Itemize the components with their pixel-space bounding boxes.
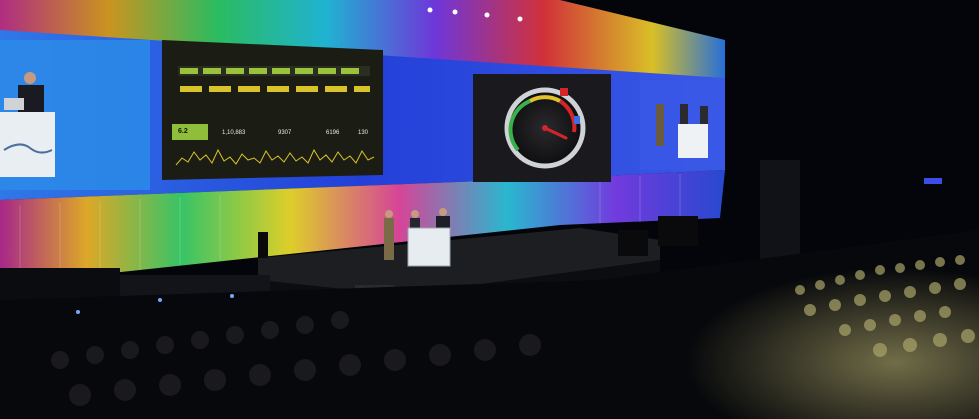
ceiling-light bbox=[427, 7, 433, 13]
stage-photo bbox=[0, 0, 979, 419]
dashboard-screen bbox=[162, 40, 383, 180]
right-blue-light bbox=[924, 178, 942, 184]
gauge-badge bbox=[560, 88, 568, 96]
laptop bbox=[4, 98, 24, 110]
stage-presenter-2-head bbox=[411, 210, 419, 218]
dashboard-tile-row bbox=[178, 66, 370, 76]
stage-presenter-1-head bbox=[385, 210, 393, 218]
keynote-stage-scene: 6.2 1,10,883 9307 6196 130 bbox=[0, 0, 979, 419]
stage-presenter-1 bbox=[384, 218, 394, 260]
right-presenter-2 bbox=[680, 104, 688, 126]
podium-screen bbox=[0, 112, 55, 177]
gauge-hub bbox=[542, 125, 548, 131]
dashboard-metric: 6196 bbox=[326, 130, 340, 136]
dashboard-metric: 9307 bbox=[278, 130, 292, 136]
ceiling-light bbox=[517, 16, 523, 22]
stage-presenter-3-head bbox=[439, 208, 447, 216]
ceiling-light bbox=[484, 12, 490, 18]
audience-glow bbox=[560, 230, 979, 419]
presenter-head bbox=[24, 72, 36, 84]
dashboard-metric-primary: 6.2 bbox=[178, 128, 188, 135]
gauge-badge-secondary bbox=[574, 116, 580, 124]
stage-speaker bbox=[258, 232, 268, 258]
dashboard-metric: 130 bbox=[358, 130, 369, 136]
right-presenter-1 bbox=[656, 104, 664, 146]
dashboard-metric: 1,10,883 bbox=[222, 130, 246, 136]
stage-podium bbox=[407, 227, 451, 267]
ceiling-light bbox=[452, 9, 458, 15]
right-podium bbox=[678, 124, 708, 158]
